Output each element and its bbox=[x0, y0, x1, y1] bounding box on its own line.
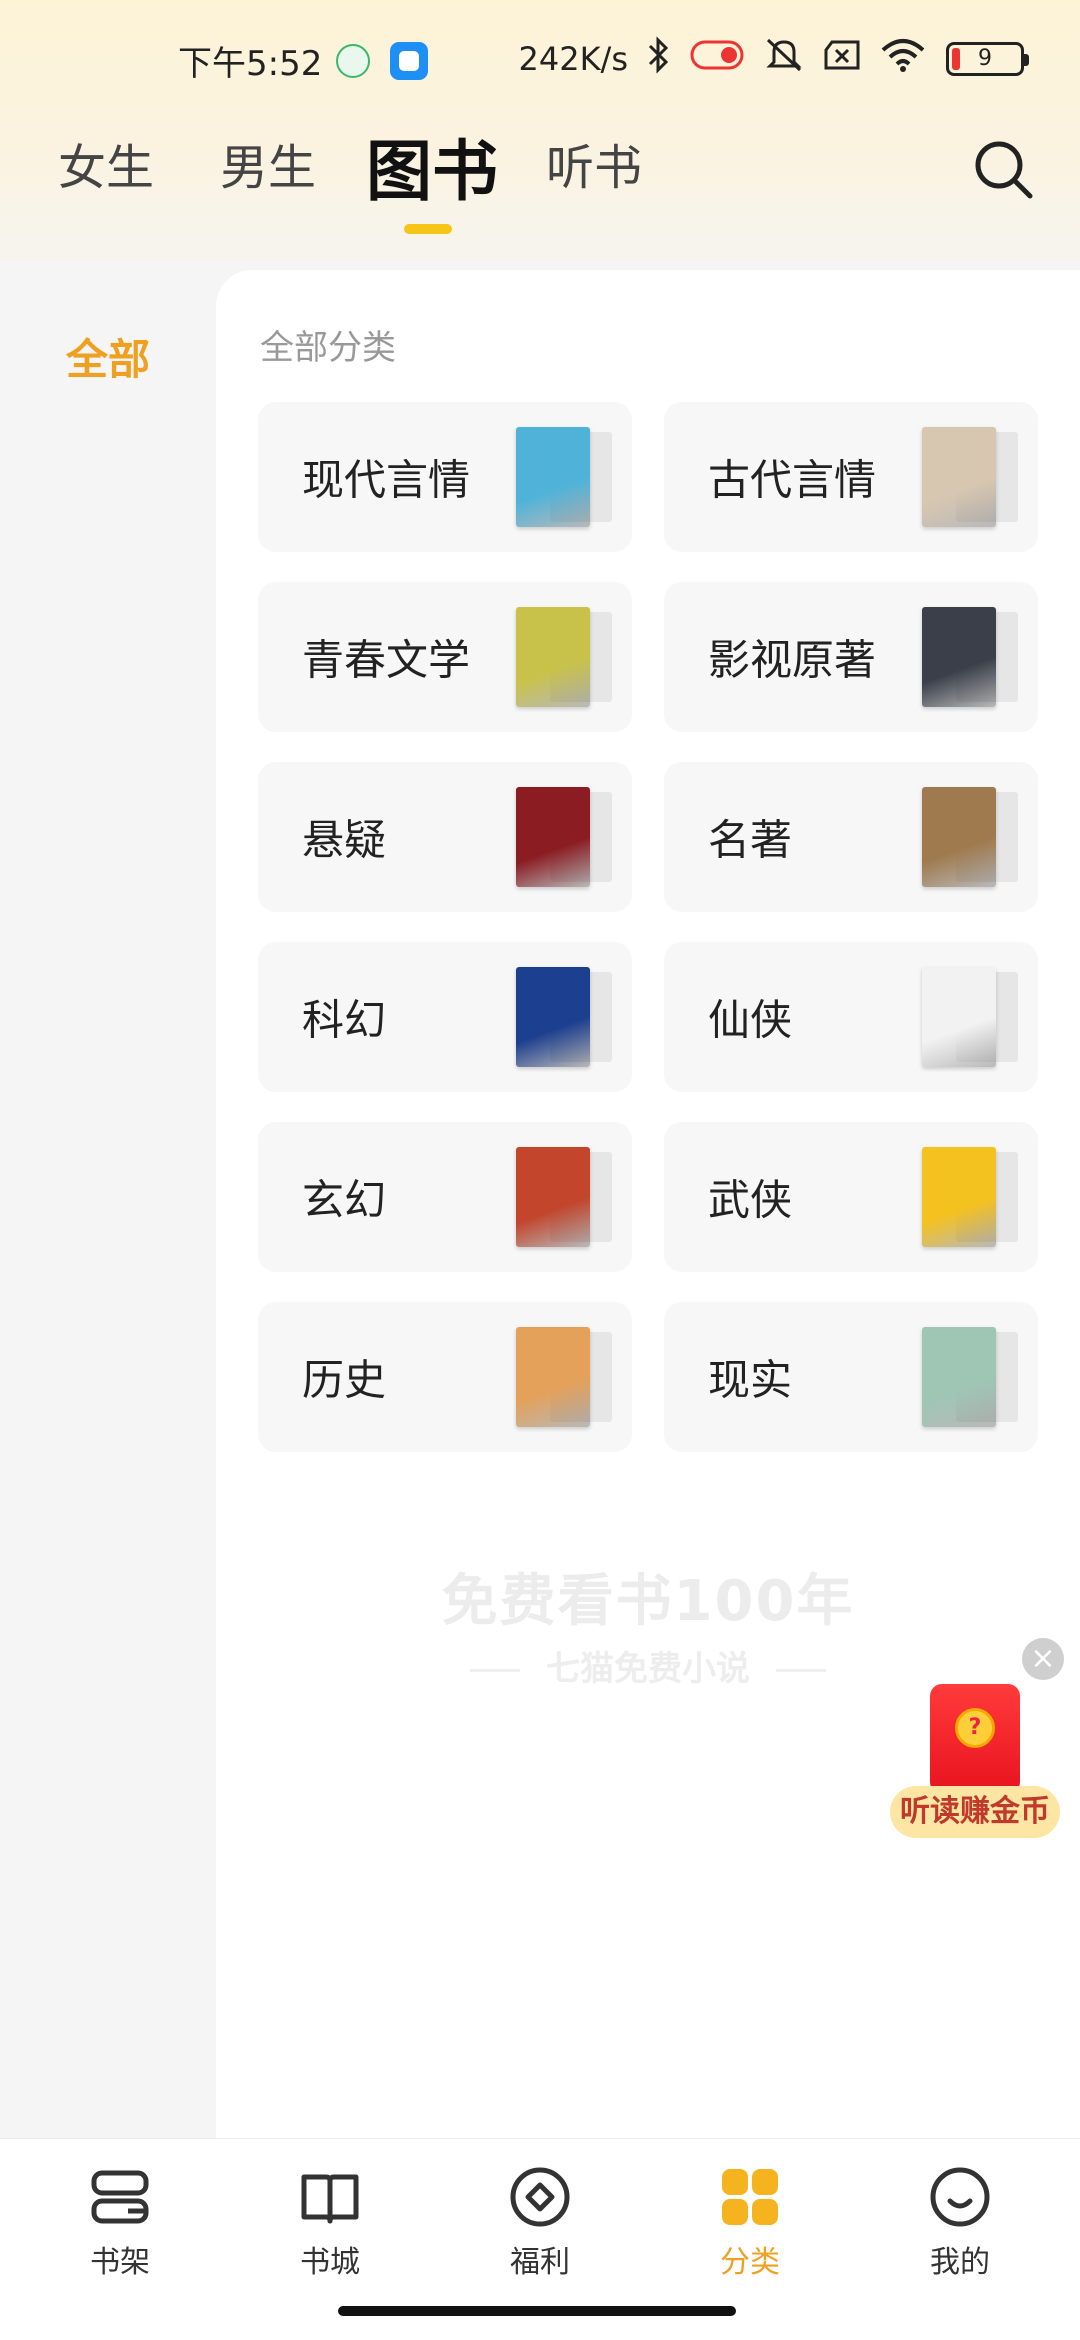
category-label: 青春文学 bbox=[302, 635, 471, 685]
category-card-xianxia[interactable]: 仙侠 bbox=[664, 942, 1038, 1092]
mute-icon bbox=[764, 36, 804, 82]
toggle-icon bbox=[690, 38, 746, 80]
category-label: 影视原著 bbox=[708, 635, 877, 685]
category-card-ancient-romance[interactable]: 古代言情 bbox=[664, 402, 1038, 552]
category-label: 悬疑 bbox=[302, 815, 387, 865]
listen-earn-coins-button[interactable]: 听读赚金币 bbox=[890, 1786, 1060, 1838]
bookshelf-icon bbox=[91, 2170, 149, 2224]
app-notification-icon-2 bbox=[390, 41, 429, 80]
tab-female[interactable]: 女生 bbox=[58, 128, 154, 198]
coin-icon: ? bbox=[955, 1708, 995, 1748]
watermark-brand: 七猫免费小说 bbox=[546, 1649, 750, 1689]
search-icon[interactable] bbox=[972, 138, 1036, 202]
category-cover bbox=[516, 607, 590, 707]
status-right: 242K/s 9 bbox=[518, 36, 1029, 82]
status-time: 下午5:52 bbox=[178, 44, 323, 84]
category-label: 仙侠 bbox=[708, 995, 793, 1045]
nav-label: 书城 bbox=[300, 2245, 360, 2280]
tab-male[interactable]: 男生 bbox=[220, 128, 316, 198]
tab-books[interactable]: 图书 bbox=[366, 118, 498, 214]
wifi-icon bbox=[880, 38, 926, 80]
home-indicator[interactable] bbox=[338, 2306, 736, 2316]
profile-smile-icon bbox=[930, 2167, 990, 2227]
nav-label: 书架 bbox=[90, 2245, 150, 2280]
category-cover bbox=[516, 1327, 590, 1427]
category-panel: 全部分类 现代言情 古代言情 青春文学 影视原著 悬疑 名著 科幻 仙侠 玄幻 … bbox=[216, 270, 1080, 2140]
category-card-scifi[interactable]: 科幻 bbox=[258, 942, 632, 1092]
category-label: 科幻 bbox=[302, 995, 387, 1045]
nav-label: 我的 bbox=[930, 2245, 990, 2280]
nav-item-rewards[interactable]: 福利 bbox=[470, 2165, 610, 2281]
red-envelope-icon[interactable]: ? bbox=[930, 1684, 1020, 1794]
category-card-film-adaptation[interactable]: 影视原著 bbox=[664, 582, 1038, 732]
status-bar: 下午5:52 242K/s 9 bbox=[0, 30, 1080, 90]
close-icon[interactable]: × bbox=[1022, 1638, 1064, 1680]
category-cover bbox=[516, 1147, 590, 1247]
category-cover bbox=[516, 427, 590, 527]
category-label: 玄幻 bbox=[302, 1175, 387, 1225]
watermark-slogan: 免费看书100年 bbox=[441, 1569, 855, 1634]
battery-level: 9 bbox=[978, 46, 992, 71]
no-sim-icon bbox=[822, 38, 862, 80]
category-cover bbox=[922, 607, 996, 707]
category-card-modern-romance[interactable]: 现代言情 bbox=[258, 402, 632, 552]
category-card-youth-literature[interactable]: 青春文学 bbox=[258, 582, 632, 732]
divider bbox=[470, 1669, 520, 1672]
bluetooth-icon bbox=[646, 36, 672, 82]
battery-icon: 9 bbox=[946, 42, 1029, 76]
nav-label: 分类 bbox=[720, 2245, 780, 2280]
category-label: 现实 bbox=[708, 1355, 793, 1405]
category-cover bbox=[922, 1147, 996, 1247]
network-speed: 242K/s bbox=[518, 40, 628, 78]
tab-audiobooks[interactable]: 听书 bbox=[546, 128, 642, 198]
category-cover bbox=[922, 967, 996, 1067]
nav-item-categories[interactable]: 分类 bbox=[680, 2165, 820, 2281]
category-cover bbox=[516, 787, 590, 887]
category-card-mystery[interactable]: 悬疑 bbox=[258, 762, 632, 912]
category-cover bbox=[922, 427, 996, 527]
category-card-fantasy[interactable]: 玄幻 bbox=[258, 1122, 632, 1272]
category-cover bbox=[516, 967, 590, 1067]
nav-item-profile[interactable]: 我的 bbox=[890, 2165, 1030, 2281]
brand-watermark: 免费看书100年 七猫免费小说 bbox=[216, 1556, 1080, 1690]
category-label: 名著 bbox=[708, 815, 793, 865]
category-card-classics[interactable]: 名著 bbox=[664, 762, 1038, 912]
section-title: 全部分类 bbox=[260, 328, 396, 368]
category-label: 历史 bbox=[302, 1355, 387, 1405]
category-label: 古代言情 bbox=[708, 455, 877, 505]
nav-item-bookshelf[interactable]: 书架 bbox=[50, 2165, 190, 2281]
category-card-wuxia[interactable]: 武侠 bbox=[664, 1122, 1038, 1272]
reward-icon bbox=[510, 2167, 570, 2227]
category-label: 现代言情 bbox=[302, 455, 471, 505]
category-cover bbox=[922, 787, 996, 887]
app-notification-icon bbox=[336, 43, 371, 78]
status-left: 下午5:52 bbox=[178, 36, 429, 85]
divider bbox=[776, 1669, 826, 1672]
category-card-realism[interactable]: 现实 bbox=[664, 1302, 1038, 1452]
category-cover bbox=[922, 1327, 996, 1427]
tab-active-indicator bbox=[404, 224, 452, 234]
sidebar-item-all[interactable]: 全部 bbox=[0, 326, 216, 387]
category-sidebar: 全部 bbox=[0, 262, 216, 2132]
category-card-history[interactable]: 历史 bbox=[258, 1302, 632, 1452]
nav-item-bookstore[interactable]: 书城 bbox=[260, 2165, 400, 2281]
book-open-icon bbox=[301, 2174, 359, 2224]
nav-label: 福利 bbox=[510, 2245, 570, 2280]
category-label: 武侠 bbox=[708, 1175, 793, 1225]
category-grid-icon bbox=[722, 2169, 778, 2225]
